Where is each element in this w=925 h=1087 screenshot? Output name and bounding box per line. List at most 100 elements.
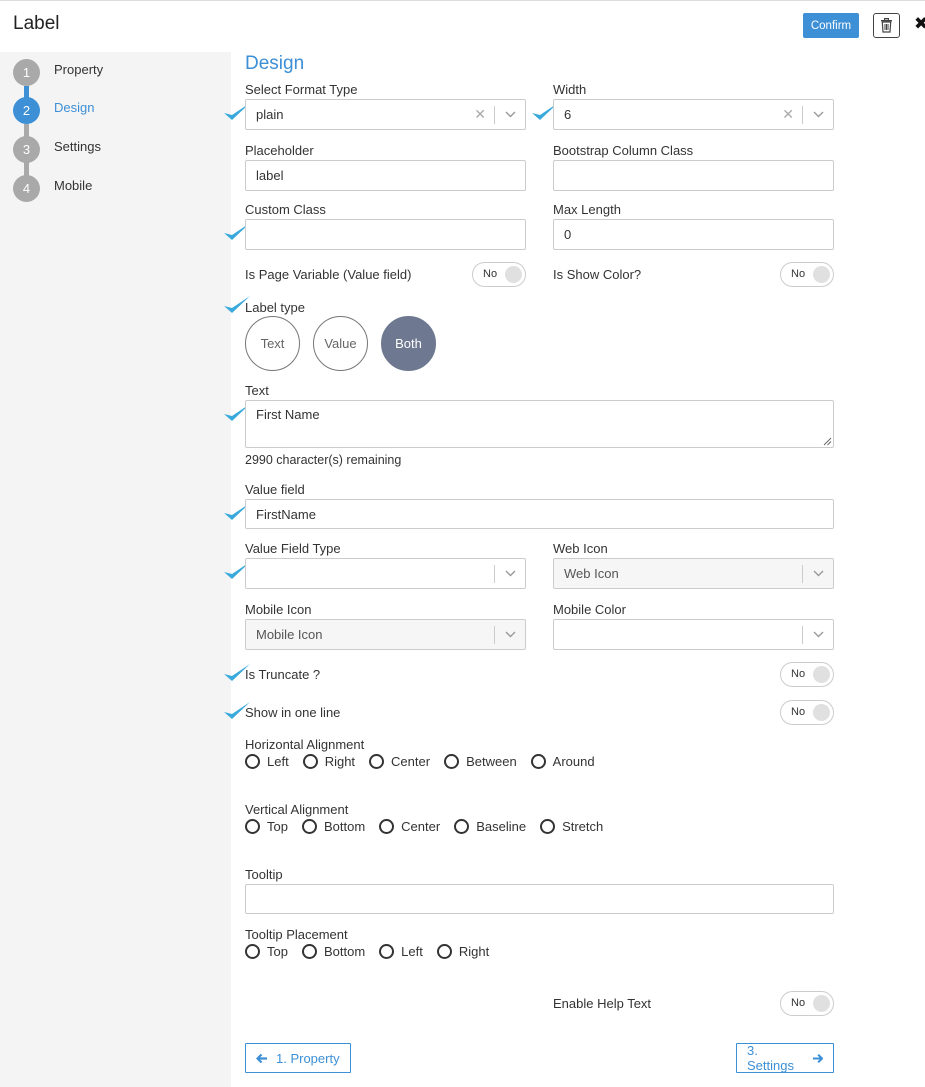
- chevron-down-icon[interactable]: [495, 631, 525, 638]
- confirm-button[interactable]: Confirm: [803, 13, 859, 38]
- characters-remaining: 2990 character(s) remaining: [245, 453, 402, 467]
- radio-button[interactable]: [379, 944, 395, 959]
- step-number: 2: [13, 97, 40, 124]
- clear-icon[interactable]: ✕: [782, 106, 794, 123]
- radio-button[interactable]: [436, 944, 452, 959]
- mobile-color-select[interactable]: [553, 619, 834, 650]
- tooltip-bottom[interactable]: Bottom: [301, 944, 365, 959]
- v-align-top[interactable]: Top: [245, 819, 288, 834]
- step-design[interactable]: 2 Design: [13, 97, 94, 124]
- step-mobile[interactable]: 4 Mobile: [13, 175, 92, 202]
- radio-button[interactable]: [454, 819, 470, 834]
- delete-button[interactable]: [873, 13, 900, 38]
- toggle-knob: [813, 995, 830, 1012]
- radio-label: Right: [324, 754, 356, 769]
- dialog-header: Label Confirm ✖: [0, 0, 925, 52]
- radio-button[interactable]: [245, 944, 260, 959]
- radio-button[interactable]: [302, 754, 318, 769]
- chevron-down-icon[interactable]: [803, 111, 833, 118]
- close-icon[interactable]: ✖: [914, 14, 925, 34]
- v-align-bottom[interactable]: Bottom: [301, 819, 366, 834]
- step-property[interactable]: 1 Property: [13, 59, 103, 86]
- step-settings[interactable]: 3 Settings: [13, 136, 101, 163]
- v-align-stretch[interactable]: Stretch: [540, 819, 603, 834]
- format-type-label: Select Format Type: [245, 82, 358, 97]
- radio-button[interactable]: [530, 754, 546, 769]
- chevron-down-icon[interactable]: [803, 570, 833, 577]
- chevron-down-icon[interactable]: [803, 631, 833, 638]
- width-label: Width: [553, 82, 587, 97]
- step-number: 3: [13, 136, 40, 163]
- toggle-state: No: [791, 668, 806, 680]
- radio-button[interactable]: [301, 944, 317, 959]
- tooltip-right[interactable]: Right: [436, 944, 490, 959]
- section-title: Design: [245, 53, 305, 74]
- radio-button[interactable]: [301, 819, 317, 834]
- truncate-toggle[interactable]: No: [780, 662, 834, 687]
- toggle-knob: [813, 266, 830, 283]
- arrow-right-icon: [812, 1053, 823, 1063]
- h-align-left[interactable]: Left: [245, 754, 289, 769]
- h-align-right[interactable]: Right: [302, 754, 356, 769]
- width-value: 6: [564, 107, 572, 122]
- help-text-toggle[interactable]: No: [780, 991, 834, 1016]
- format-type-select[interactable]: plain ✕: [245, 99, 526, 130]
- value-field-type-select[interactable]: [245, 558, 526, 589]
- radio-button[interactable]: [379, 819, 395, 834]
- label-type-value[interactable]: Value: [313, 316, 368, 371]
- width-select[interactable]: 6 ✕: [553, 99, 834, 130]
- horizontal-alignment-label: Horizontal Alignment: [245, 737, 365, 752]
- one-line-toggle[interactable]: No: [780, 700, 834, 725]
- trash-icon: [881, 18, 892, 33]
- prev-step-button[interactable]: 1. Property: [245, 1043, 351, 1073]
- h-align-between[interactable]: Between: [444, 754, 517, 769]
- horizontal-alignment-group: Left Right Center Between Around: [245, 754, 609, 769]
- placeholder-input[interactable]: label: [245, 160, 526, 191]
- radio-button[interactable]: [245, 819, 260, 834]
- tooltip-top[interactable]: Top: [245, 944, 288, 959]
- mobile-icon-placeholder: Mobile Icon: [256, 627, 323, 642]
- resize-handle-icon[interactable]: [823, 437, 832, 446]
- page-variable-label: Is Page Variable (Value field): [245, 267, 412, 282]
- radio-label: Center: [401, 819, 441, 834]
- vertical-alignment-label: Vertical Alignment: [245, 802, 349, 817]
- step-label: Settings: [54, 139, 101, 154]
- radio-label: Top: [267, 819, 288, 834]
- arrow-left-icon: [256, 1053, 267, 1063]
- h-align-around[interactable]: Around: [530, 754, 595, 769]
- tooltip-input[interactable]: [245, 884, 834, 914]
- text-textarea[interactable]: First Name: [245, 400, 834, 448]
- h-align-center[interactable]: Center: [369, 754, 430, 769]
- radio-label: Top: [267, 944, 288, 959]
- v-align-center[interactable]: Center: [379, 819, 440, 834]
- radio-label: Baseline: [476, 819, 527, 834]
- next-step-button[interactable]: 3. Settings: [736, 1043, 834, 1073]
- tooltip-left[interactable]: Left: [379, 944, 423, 959]
- chevron-down-icon[interactable]: [495, 111, 525, 118]
- bootstrap-class-label: Bootstrap Column Class: [553, 143, 694, 158]
- web-icon-select[interactable]: Web Icon: [553, 558, 834, 589]
- radio-button[interactable]: [369, 754, 385, 769]
- stepper-sidebar: 1 Property 2 Design 3 Settings 4 Mobile: [0, 52, 231, 1087]
- toggle-knob: [813, 666, 830, 683]
- page-variable-toggle[interactable]: No: [472, 262, 526, 287]
- value-field-input[interactable]: FirstName: [245, 499, 834, 529]
- toggle-state: No: [791, 997, 806, 1009]
- radio-button[interactable]: [444, 754, 460, 769]
- custom-class-input[interactable]: [245, 219, 526, 250]
- radio-button[interactable]: [540, 819, 556, 834]
- max-length-input[interactable]: 0: [553, 219, 834, 250]
- radio-label: Right: [458, 944, 490, 959]
- radio-label: Bottom: [323, 819, 366, 834]
- chevron-down-icon[interactable]: [495, 570, 525, 577]
- label-type-both[interactable]: Both: [381, 316, 436, 371]
- bootstrap-class-input[interactable]: [553, 160, 834, 191]
- v-align-baseline[interactable]: Baseline: [454, 819, 526, 834]
- clear-icon[interactable]: ✕: [474, 106, 486, 123]
- mobile-icon-select[interactable]: Mobile Icon: [245, 619, 526, 650]
- label-type-text[interactable]: Text: [245, 316, 300, 371]
- radio-button[interactable]: [245, 754, 260, 769]
- value-field-type-label: Value Field Type: [245, 541, 341, 556]
- web-icon-label: Web Icon: [553, 541, 608, 556]
- show-color-toggle[interactable]: No: [780, 262, 834, 287]
